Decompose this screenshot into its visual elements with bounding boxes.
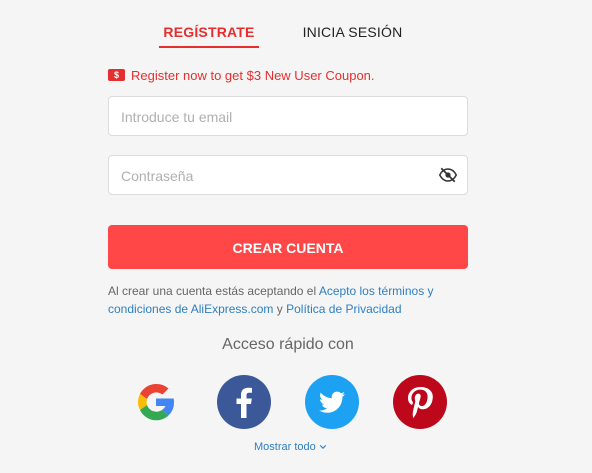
google-login-button[interactable] bbox=[129, 375, 183, 429]
terms-text: Al crear una cuenta estás aceptando el A… bbox=[108, 282, 468, 318]
facebook-login-button[interactable] bbox=[217, 375, 271, 429]
password-field bbox=[108, 155, 468, 196]
terms-prefix: Al crear una cuenta estás aceptando el bbox=[108, 284, 319, 298]
coupon-icon: $ bbox=[108, 69, 125, 81]
tab-login[interactable]: INICIA SESIÓN bbox=[300, 22, 405, 48]
create-account-button[interactable]: CREAR CUENTA bbox=[108, 225, 468, 269]
coupon-banner: $ Register now to get $3 New User Coupon… bbox=[108, 67, 375, 83]
pinterest-login-button[interactable] bbox=[393, 375, 447, 429]
google-icon bbox=[138, 383, 175, 421]
facebook-icon bbox=[236, 387, 252, 418]
tab-login-label: INICIA SESIÓN bbox=[302, 24, 403, 40]
show-all-button[interactable]: Mostrar todo bbox=[254, 440, 327, 454]
email-input[interactable] bbox=[119, 97, 443, 137]
twitter-login-button[interactable] bbox=[305, 375, 359, 429]
active-tab-underline bbox=[159, 46, 259, 48]
eye-slash-icon[interactable] bbox=[438, 167, 458, 183]
email-field bbox=[108, 96, 468, 137]
show-all-label: Mostrar todo bbox=[254, 441, 316, 453]
pinterest-icon bbox=[408, 387, 433, 418]
social-login-row bbox=[0, 375, 592, 429]
tab-register[interactable]: REGÍSTRATE bbox=[159, 22, 259, 48]
privacy-link[interactable]: Política de Privacidad bbox=[286, 302, 401, 316]
chevron-down-icon bbox=[319, 445, 326, 449]
auth-tabs: REGÍSTRATE INICIA SESIÓN bbox=[0, 22, 592, 50]
password-input[interactable] bbox=[119, 156, 443, 196]
tab-register-label: REGÍSTRATE bbox=[163, 24, 255, 40]
terms-middle: y bbox=[273, 302, 287, 316]
coupon-text: Register now to get $3 New User Coupon. bbox=[131, 67, 375, 83]
quick-access-title: Acceso rápido con bbox=[222, 336, 354, 353]
register-panel: REGÍSTRATE INICIA SESIÓN $ Register now … bbox=[0, 0, 592, 473]
twitter-icon bbox=[319, 391, 345, 413]
